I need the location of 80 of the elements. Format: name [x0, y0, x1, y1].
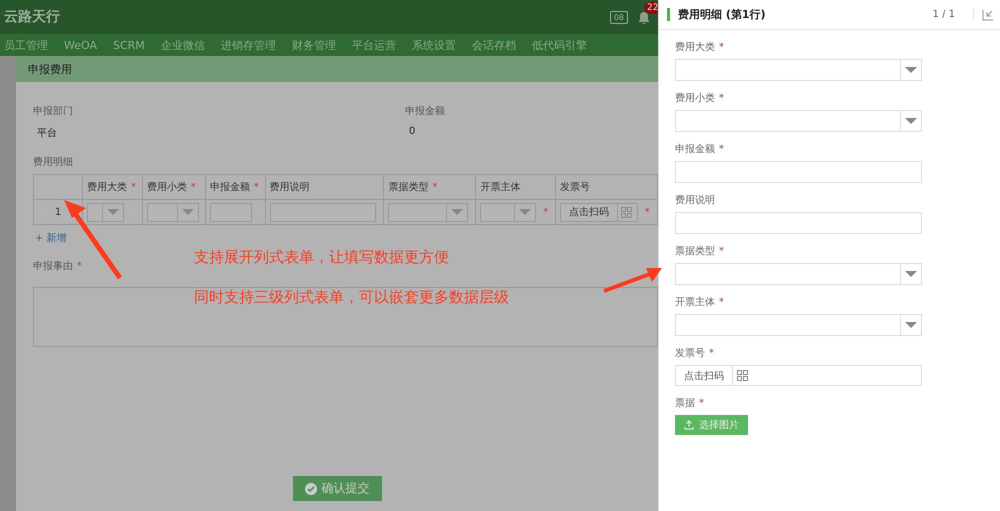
required-mark: *: [699, 398, 704, 409]
select-field[interactable]: [480, 202, 536, 222]
annotation-text: 支持展开列式表单，让填写数据更方便: [194, 248, 449, 267]
field-label: 申报金额 *: [675, 142, 725, 156]
monitor-icon[interactable]: 08: [610, 10, 628, 24]
nav-item[interactable]: 财务管理: [292, 38, 336, 52]
section-label: 费用明细: [33, 156, 74, 169]
select-field[interactable]: [388, 202, 468, 222]
qr-code-icon: [621, 206, 632, 218]
column-header: 申报金额 *: [205, 174, 266, 200]
nav-item[interactable]: 进销存管理: [220, 38, 276, 52]
required-mark: *: [719, 42, 724, 53]
submit-button[interactable]: 确认提交: [292, 476, 382, 501]
drawer-title: 费用明细 (第1行): [678, 7, 767, 22]
accent-bar: [667, 8, 670, 21]
upload-icon: [684, 420, 694, 430]
upload-button[interactable]: 选择图片: [675, 415, 748, 435]
required-mark: *: [719, 144, 724, 155]
select-field[interactable]: [146, 202, 199, 222]
field-label: 费用说明: [675, 194, 716, 207]
modal-title: 申报费用: [16, 56, 658, 82]
column-header: 费用小类 *: [142, 174, 206, 200]
required-mark: *: [644, 206, 650, 218]
required-mark: *: [709, 348, 714, 359]
bell-icon[interactable]: [638, 10, 650, 24]
field-label: 票据类型 *: [675, 244, 725, 258]
required-mark: *: [719, 93, 724, 104]
nav-item[interactable]: WeOA: [64, 38, 97, 52]
nav-item[interactable]: 系统设置: [412, 38, 456, 52]
required-mark: *: [77, 261, 82, 272]
caret-icon: [905, 271, 917, 277]
scan-field[interactable]: 点击扫码: [675, 365, 922, 386]
input-field[interactable]: [270, 202, 376, 222]
required-mark: *: [190, 182, 196, 193]
nav-item[interactable]: 会话存档: [472, 38, 516, 52]
field-value: 0: [408, 126, 416, 137]
required-mark: *: [432, 182, 438, 193]
field-label: 发票号 *: [675, 347, 715, 360]
input-field[interactable]: [210, 202, 252, 222]
field-label: 申报事由 *: [33, 260, 82, 273]
collapse-icon[interactable]: [982, 8, 994, 20]
nav-item[interactable]: SCRM: [113, 38, 145, 52]
annotation-text: 同时支持三级列式表单，可以嵌套更多数据层级: [194, 288, 509, 307]
check-icon: [304, 482, 316, 494]
caret-icon: [905, 118, 917, 124]
field-value: 平台: [36, 126, 58, 140]
caret-icon: [107, 209, 119, 215]
column-header: 费用大类 *: [82, 174, 142, 200]
required-mark: *: [719, 297, 724, 308]
pager: 1 / 1: [932, 9, 974, 20]
field-label: 申报金额: [405, 104, 445, 118]
qr-code-icon: [736, 370, 748, 381]
caret-icon: [905, 322, 917, 328]
column-header: 票据类型 *: [384, 174, 476, 200]
caret-icon: [519, 209, 532, 215]
column-header: 发票号: [555, 174, 658, 200]
required-mark: *: [131, 182, 136, 193]
field-label: 费用大类 *: [675, 40, 725, 54]
required-mark: *: [719, 246, 724, 257]
add-link[interactable]: + 新增: [35, 231, 658, 245]
required-mark: *: [543, 206, 548, 218]
nav-item[interactable]: 员工管理: [4, 38, 48, 52]
nav-item[interactable]: 低代码引擎: [532, 38, 587, 52]
scan-field[interactable]: 点击扫码: [560, 202, 638, 222]
reason-field[interactable]: [33, 287, 658, 347]
nav-item[interactable]: 平台运营: [352, 38, 396, 52]
column-header: 开票主体: [476, 174, 556, 200]
field-label: 申报部门: [33, 104, 73, 118]
logo: 云路天行: [4, 8, 61, 26]
select-field[interactable]: [87, 202, 124, 222]
caret-icon: [451, 209, 464, 215]
column-header: 费用说明: [265, 174, 384, 200]
field-label: 开票主体 *: [675, 296, 725, 309]
caret-icon: [905, 67, 917, 73]
field-label: 票据 *: [675, 397, 705, 410]
nav-item[interactable]: 企业微信: [160, 38, 205, 52]
caret-icon: [182, 209, 194, 215]
field-label: 费用小类 *: [675, 92, 725, 105]
notification-badge: 22: [644, 2, 658, 14]
required-mark: *: [254, 182, 259, 193]
